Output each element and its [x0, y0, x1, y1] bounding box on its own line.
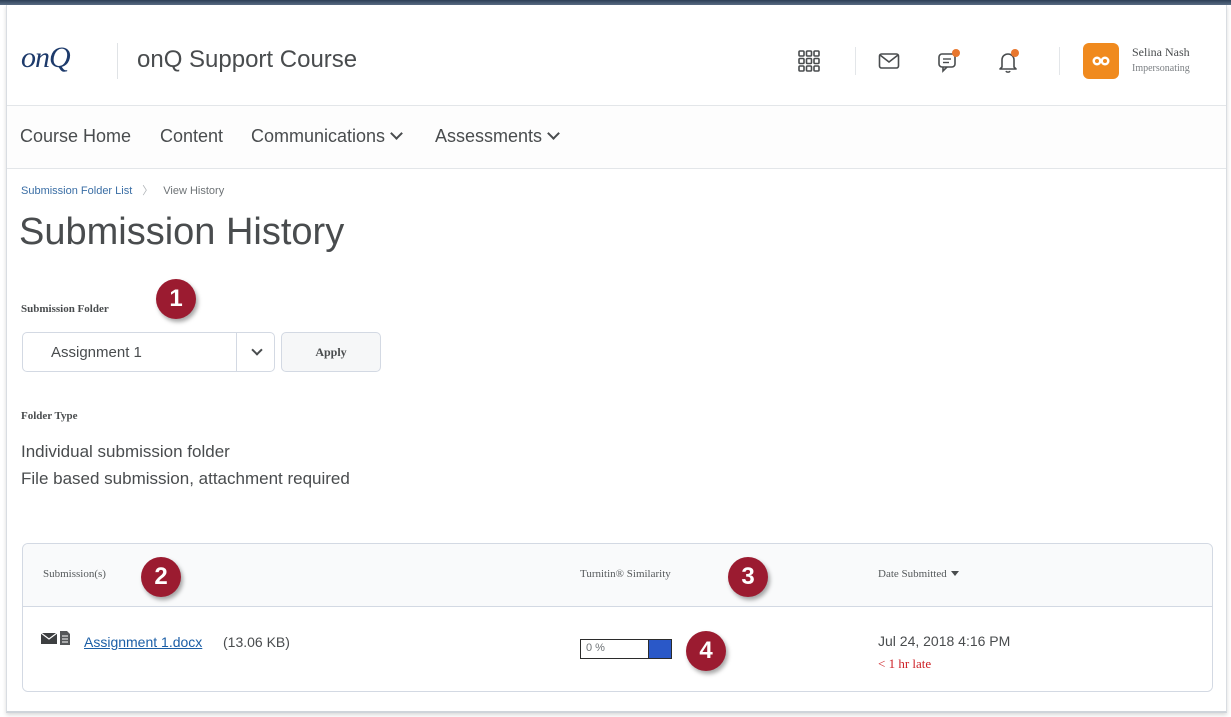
chevron-down-icon [390, 127, 403, 140]
submission-folder-label: Submission Folder [21, 303, 109, 315]
table-header: Submission(s) Turnitin® Similarity Date … [23, 544, 1212, 607]
header-separator [1059, 47, 1060, 75]
nav-assessments[interactable]: Assessments [435, 126, 560, 147]
envelope-icon [41, 632, 57, 644]
table-row: Assignment 1.docx (13.06 KB) 0 % Jul 24,… [23, 607, 1212, 691]
column-header-date-submitted[interactable]: Date Submitted [878, 568, 959, 580]
folder-type-label: Folder Type [21, 410, 78, 422]
submission-history-table: Submission(s) Turnitin® Similarity Date … [22, 543, 1213, 692]
similarity-score: 0 % [586, 642, 605, 654]
nav-label: Assessments [435, 126, 543, 146]
breadcrumb-current: View History [163, 185, 225, 197]
nav-label: Content [160, 126, 224, 146]
folder-type-line: File based submission, attachment requir… [21, 469, 350, 488]
page-title: Submission History [19, 211, 345, 253]
folder-type-line: Individual submission folder [21, 442, 230, 461]
document-icon [60, 631, 70, 645]
user-role: Impersonating [1132, 63, 1190, 74]
header-separator [855, 47, 856, 75]
callout-badge-4: 4 [686, 631, 726, 671]
user-name[interactable]: Selina Nash [1132, 45, 1190, 60]
chevron-down-icon [547, 127, 560, 140]
sort-down-icon [950, 571, 959, 576]
breadcrumb-link[interactable]: Submission Folder List [21, 185, 132, 197]
file-size: (13.06 KB) [223, 634, 290, 650]
logo-separator [117, 43, 118, 79]
column-header-similarity: Turnitin® Similarity [580, 568, 671, 580]
course-navbar: Course Home Content Communications Asses… [7, 106, 1226, 169]
waffle-icon[interactable] [793, 45, 825, 77]
column-header-label: Date Submitted [878, 568, 947, 580]
nav-course-home[interactable]: Course Home [20, 126, 131, 147]
select-value: Assignment 1 [51, 344, 142, 361]
date-submitted: Jul 24, 2018 4:16 PM [878, 633, 1011, 649]
select-divider [236, 333, 237, 371]
nav-communications[interactable]: Communications [251, 126, 403, 147]
chevron-down-icon [251, 344, 263, 356]
callout-badge-1: 1 [156, 279, 196, 319]
similarity-color-indicator [648, 640, 671, 658]
submission-folder-select[interactable]: Assignment 1 [22, 332, 275, 372]
callout-badge-3: 3 [728, 557, 768, 597]
mail-icon[interactable] [873, 45, 905, 77]
course-title[interactable]: onQ Support Course [137, 46, 357, 74]
submission-file-link[interactable]: Assignment 1.docx [84, 634, 202, 650]
minibar-header: onQ onQ Support Course Selina Nash Imper… [7, 5, 1226, 106]
apply-button[interactable]: Apply [281, 332, 381, 372]
onq-logo[interactable]: onQ [21, 41, 71, 75]
nav-content[interactable]: Content [160, 126, 223, 147]
bell-icon[interactable] [993, 45, 1025, 77]
nav-label: Communications [251, 126, 386, 146]
file-icons [41, 631, 71, 645]
breadcrumb: Submission Folder List 〉 View History [21, 182, 224, 198]
nav-label: Course Home [20, 126, 132, 146]
chat-icon[interactable] [933, 45, 965, 77]
callout-badge-2: 2 [141, 557, 181, 597]
similarity-report-button[interactable]: 0 % [580, 639, 672, 659]
column-header-submissions: Submission(s) [43, 568, 106, 580]
breadcrumb-separator-icon: 〉 [142, 185, 154, 197]
browser-frame: onQ onQ Support Course Selina Nash Imper… [6, 5, 1227, 713]
late-indicator: < 1 hr late [878, 656, 932, 671]
user-avatar[interactable] [1083, 43, 1119, 79]
